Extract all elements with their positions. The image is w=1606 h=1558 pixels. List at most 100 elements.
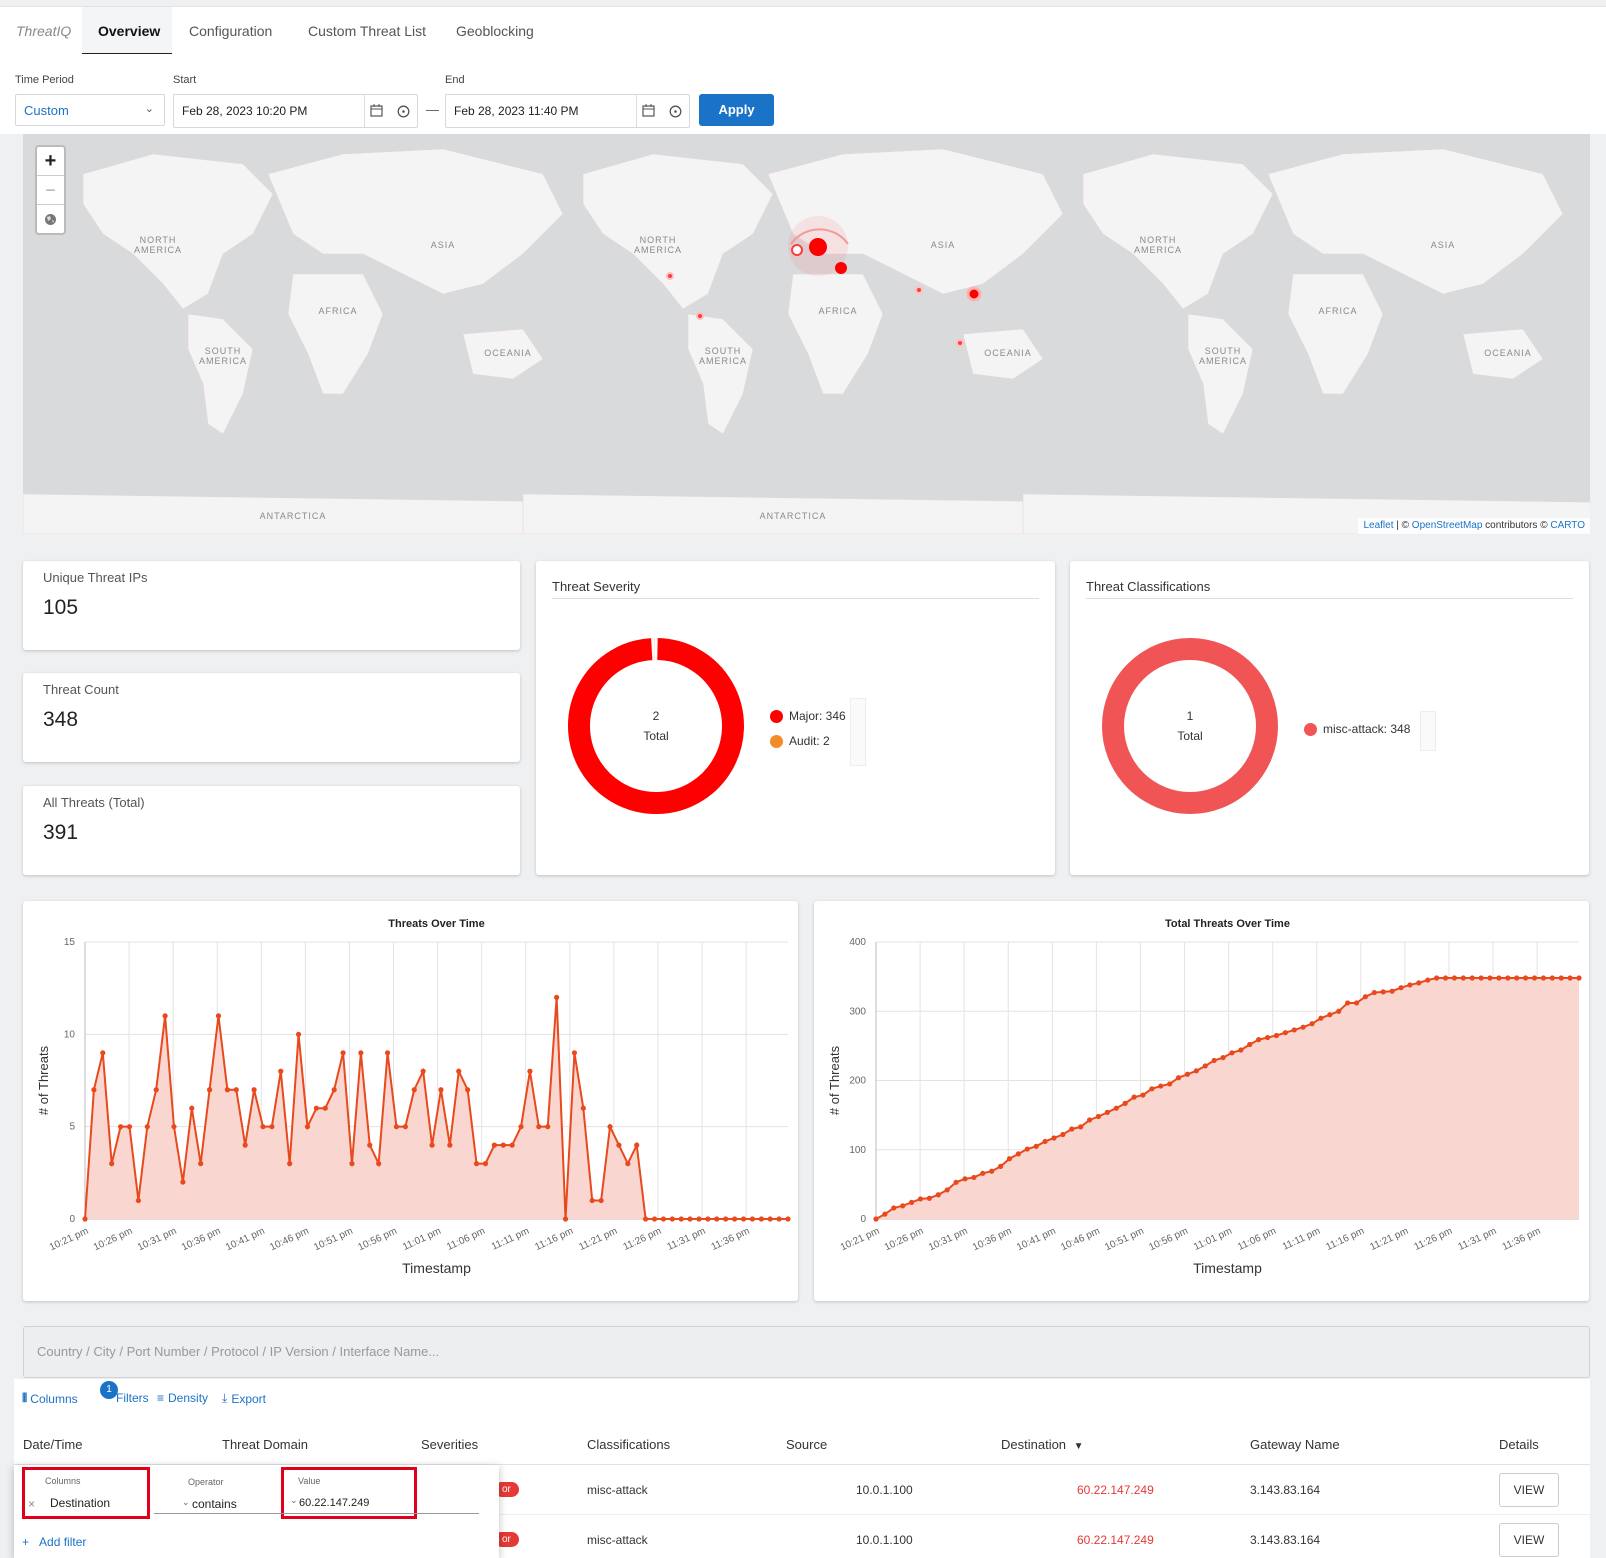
data-point[interactable] [625,1161,631,1167]
threat-marker[interactable] [915,286,923,294]
data-point[interactable] [1220,1055,1226,1061]
data-point[interactable] [242,1142,248,1148]
data-point[interactable] [376,1161,382,1167]
data-point[interactable] [607,1124,613,1130]
data-point[interactable] [1496,975,1502,981]
data-point[interactable] [1380,989,1386,995]
data-point[interactable] [251,1087,257,1093]
data-point[interactable] [1167,1081,1173,1087]
data-point[interactable] [1122,1100,1128,1106]
data-point[interactable] [1060,1131,1066,1138]
column-header-classifications[interactable]: Classifications [587,1437,670,1452]
data-point[interactable] [1398,985,1404,991]
data-point[interactable] [1389,988,1395,994]
data-point[interactable] [189,1105,195,1111]
data-point[interactable] [117,1124,124,1130]
data-point[interactable] [384,1050,391,1056]
legend-scrollbar[interactable] [850,698,866,766]
data-point[interactable] [1024,1146,1030,1152]
data-point[interactable] [723,1216,729,1222]
data-point[interactable] [749,1216,756,1222]
data-point[interactable] [634,1142,640,1148]
data-point[interactable] [908,1199,915,1205]
columns-button[interactable]: ⦀ Columns [22,1391,78,1406]
legend-item-major[interactable]: Major: 346 [770,709,846,723]
data-point[interactable] [1523,975,1529,981]
threat-marker[interactable] [809,238,827,256]
data-point[interactable] [393,1124,400,1130]
data-point[interactable] [109,1161,115,1167]
globe-icon[interactable] [37,205,64,233]
data-point[interactable] [1202,1063,1208,1069]
data-point[interactable] [1460,975,1466,981]
data-point[interactable] [438,1087,444,1093]
data-point[interactable] [402,1124,408,1130]
apply-button[interactable]: Apply [699,94,774,126]
data-point[interactable] [997,1163,1004,1169]
clock-icon[interactable] [669,105,682,118]
data-point[interactable] [571,1050,578,1056]
data-point[interactable] [1300,1024,1306,1030]
calendar-icon[interactable] [370,104,383,117]
clock-icon[interactable] [397,105,410,118]
data-point[interactable] [598,1197,604,1204]
data-point[interactable] [1442,975,1449,981]
data-point[interactable] [714,1216,720,1222]
data-point[interactable] [971,1174,977,1181]
data-point[interactable] [873,1216,879,1222]
zoom-out-button[interactable]: − [37,176,64,205]
legend-scrollbar[interactable] [1420,711,1436,751]
data-point[interactable] [411,1087,417,1093]
data-point[interactable] [100,1050,106,1056]
data-point[interactable] [491,1142,497,1148]
data-point[interactable] [758,1216,764,1222]
threat-marker[interactable] [791,244,803,256]
leaflet-link[interactable]: Leaflet [1363,520,1393,531]
calendar-icon[interactable] [642,104,655,117]
data-point[interactable] [1309,1021,1315,1027]
data-point[interactable] [233,1087,239,1093]
legend-item-audit[interactable]: Audit: 2 [770,734,830,748]
add-filter-button[interactable]: + Add filter [22,1535,86,1549]
carto-link[interactable]: CARTO [1550,520,1585,531]
data-point[interactable] [420,1068,426,1074]
data-point[interactable] [198,1161,204,1167]
data-point[interactable] [1193,1068,1199,1074]
data-point[interactable] [1247,1041,1253,1048]
data-point[interactable] [358,1050,364,1056]
data-point[interactable] [651,1216,658,1222]
data-point[interactable] [767,1216,773,1222]
data-point[interactable] [1131,1094,1137,1100]
data-point[interactable] [295,1031,302,1037]
column-header-gateway-name[interactable]: Gateway Name [1250,1437,1340,1452]
data-point[interactable] [1273,1032,1280,1039]
data-point[interactable] [1327,1012,1333,1018]
data-point[interactable] [1549,975,1555,981]
threat-marker[interactable] [835,262,847,274]
data-point[interactable] [1042,1138,1048,1145]
data-point[interactable] [900,1203,906,1209]
data-point[interactable] [1540,975,1547,981]
data-point[interactable] [1113,1105,1119,1111]
data-point[interactable] [1558,975,1564,981]
view-button[interactable]: VIEW [1499,1523,1559,1557]
data-point[interactable] [180,1179,186,1185]
data-point[interactable] [206,1087,213,1093]
data-point[interactable] [1175,1075,1182,1081]
data-point[interactable] [135,1197,141,1204]
data-point[interactable] [527,1068,533,1074]
column-header-details[interactable]: Details [1499,1437,1539,1452]
data-point[interactable] [1282,1030,1288,1036]
data-point[interactable] [1211,1057,1217,1064]
end-date-field[interactable]: Feb 28, 2023 11:40 PM [445,94,690,128]
zoom-in-button[interactable]: + [37,147,64,176]
data-point[interactable] [91,1087,97,1093]
value-input[interactable]: Value ⌄ 60.22.147.249 [281,1467,417,1519]
data-point[interactable] [1069,1126,1075,1132]
data-point[interactable] [509,1142,515,1148]
data-point[interactable] [989,1168,995,1174]
data-point[interactable] [1531,975,1538,981]
data-point[interactable] [1576,975,1582,981]
data-point[interactable] [785,1216,791,1222]
data-point[interactable] [1469,975,1475,981]
